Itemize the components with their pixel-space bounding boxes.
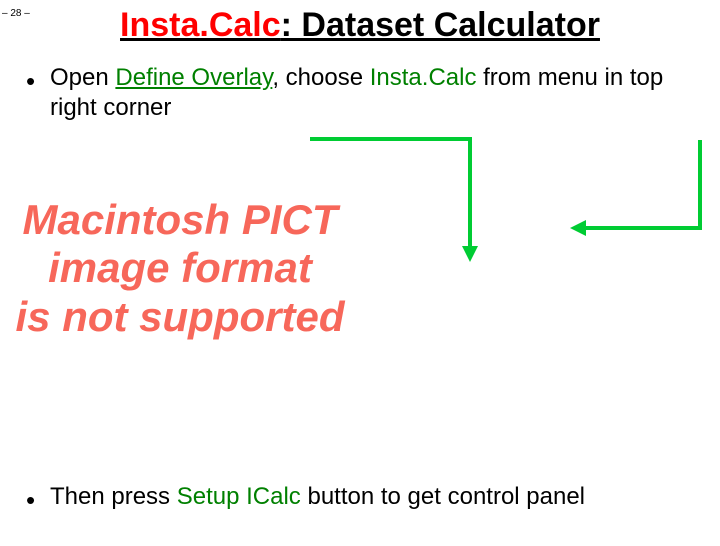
- unsupported-image-placeholder: Macintosh PICT image format is not suppo…: [10, 196, 350, 341]
- title-rest: : Dataset Calculator: [281, 6, 600, 44]
- page-number: – 28 –: [2, 8, 30, 19]
- bullet-item-2: • Then press Setup ICalc button to get c…: [26, 482, 694, 512]
- bullet-dot-icon: •: [26, 484, 35, 517]
- bullet1-keyword: Insta.Calc: [370, 64, 477, 91]
- placeholder-line3: is not supported: [10, 293, 350, 341]
- arrow-2-icon: [560, 138, 720, 258]
- bullet2-t1: Then press: [50, 483, 177, 510]
- bullet1-link: Define Overlay: [115, 64, 272, 91]
- bullet-dot-icon: •: [26, 65, 35, 98]
- bullet2-keyword: Setup ICalc: [177, 483, 301, 510]
- bullet1-t2: , choose: [272, 64, 369, 91]
- placeholder-line2: image format: [10, 244, 350, 292]
- bullet-item-1: • Open Define Overlay, choose Insta.Calc…: [26, 63, 694, 123]
- placeholder-line1: Macintosh PICT: [10, 196, 350, 244]
- bullet2-t2: button to get control panel: [301, 483, 585, 510]
- title-highlight: Insta.Calc: [120, 6, 281, 44]
- bullet1-t1: Open: [50, 64, 115, 91]
- slide-title: Insta.Calc: Dataset Calculator: [0, 6, 720, 45]
